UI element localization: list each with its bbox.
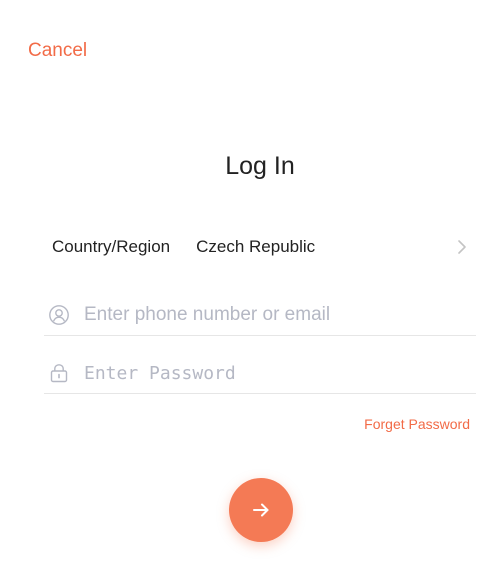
password-input[interactable]	[84, 362, 476, 384]
lock-icon	[50, 364, 68, 383]
user-icon	[49, 305, 69, 325]
page-title: Log In	[225, 152, 295, 180]
login-submit-button[interactable]	[229, 478, 293, 542]
chevron-right-icon	[458, 240, 466, 254]
country-region-label: Country/Region	[52, 237, 171, 256]
country-region-value: Czech Republic	[196, 237, 316, 256]
country-region-selector[interactable]: Country/Region Czech Republic	[52, 230, 476, 264]
phone-email-field	[44, 295, 476, 336]
forget-password-link[interactable]: Forget Password	[364, 416, 470, 432]
cancel-button[interactable]: Cancel	[28, 40, 87, 62]
password-field	[44, 353, 476, 394]
phone-email-input[interactable]	[84, 304, 476, 326]
arrow-right-icon	[253, 503, 269, 517]
